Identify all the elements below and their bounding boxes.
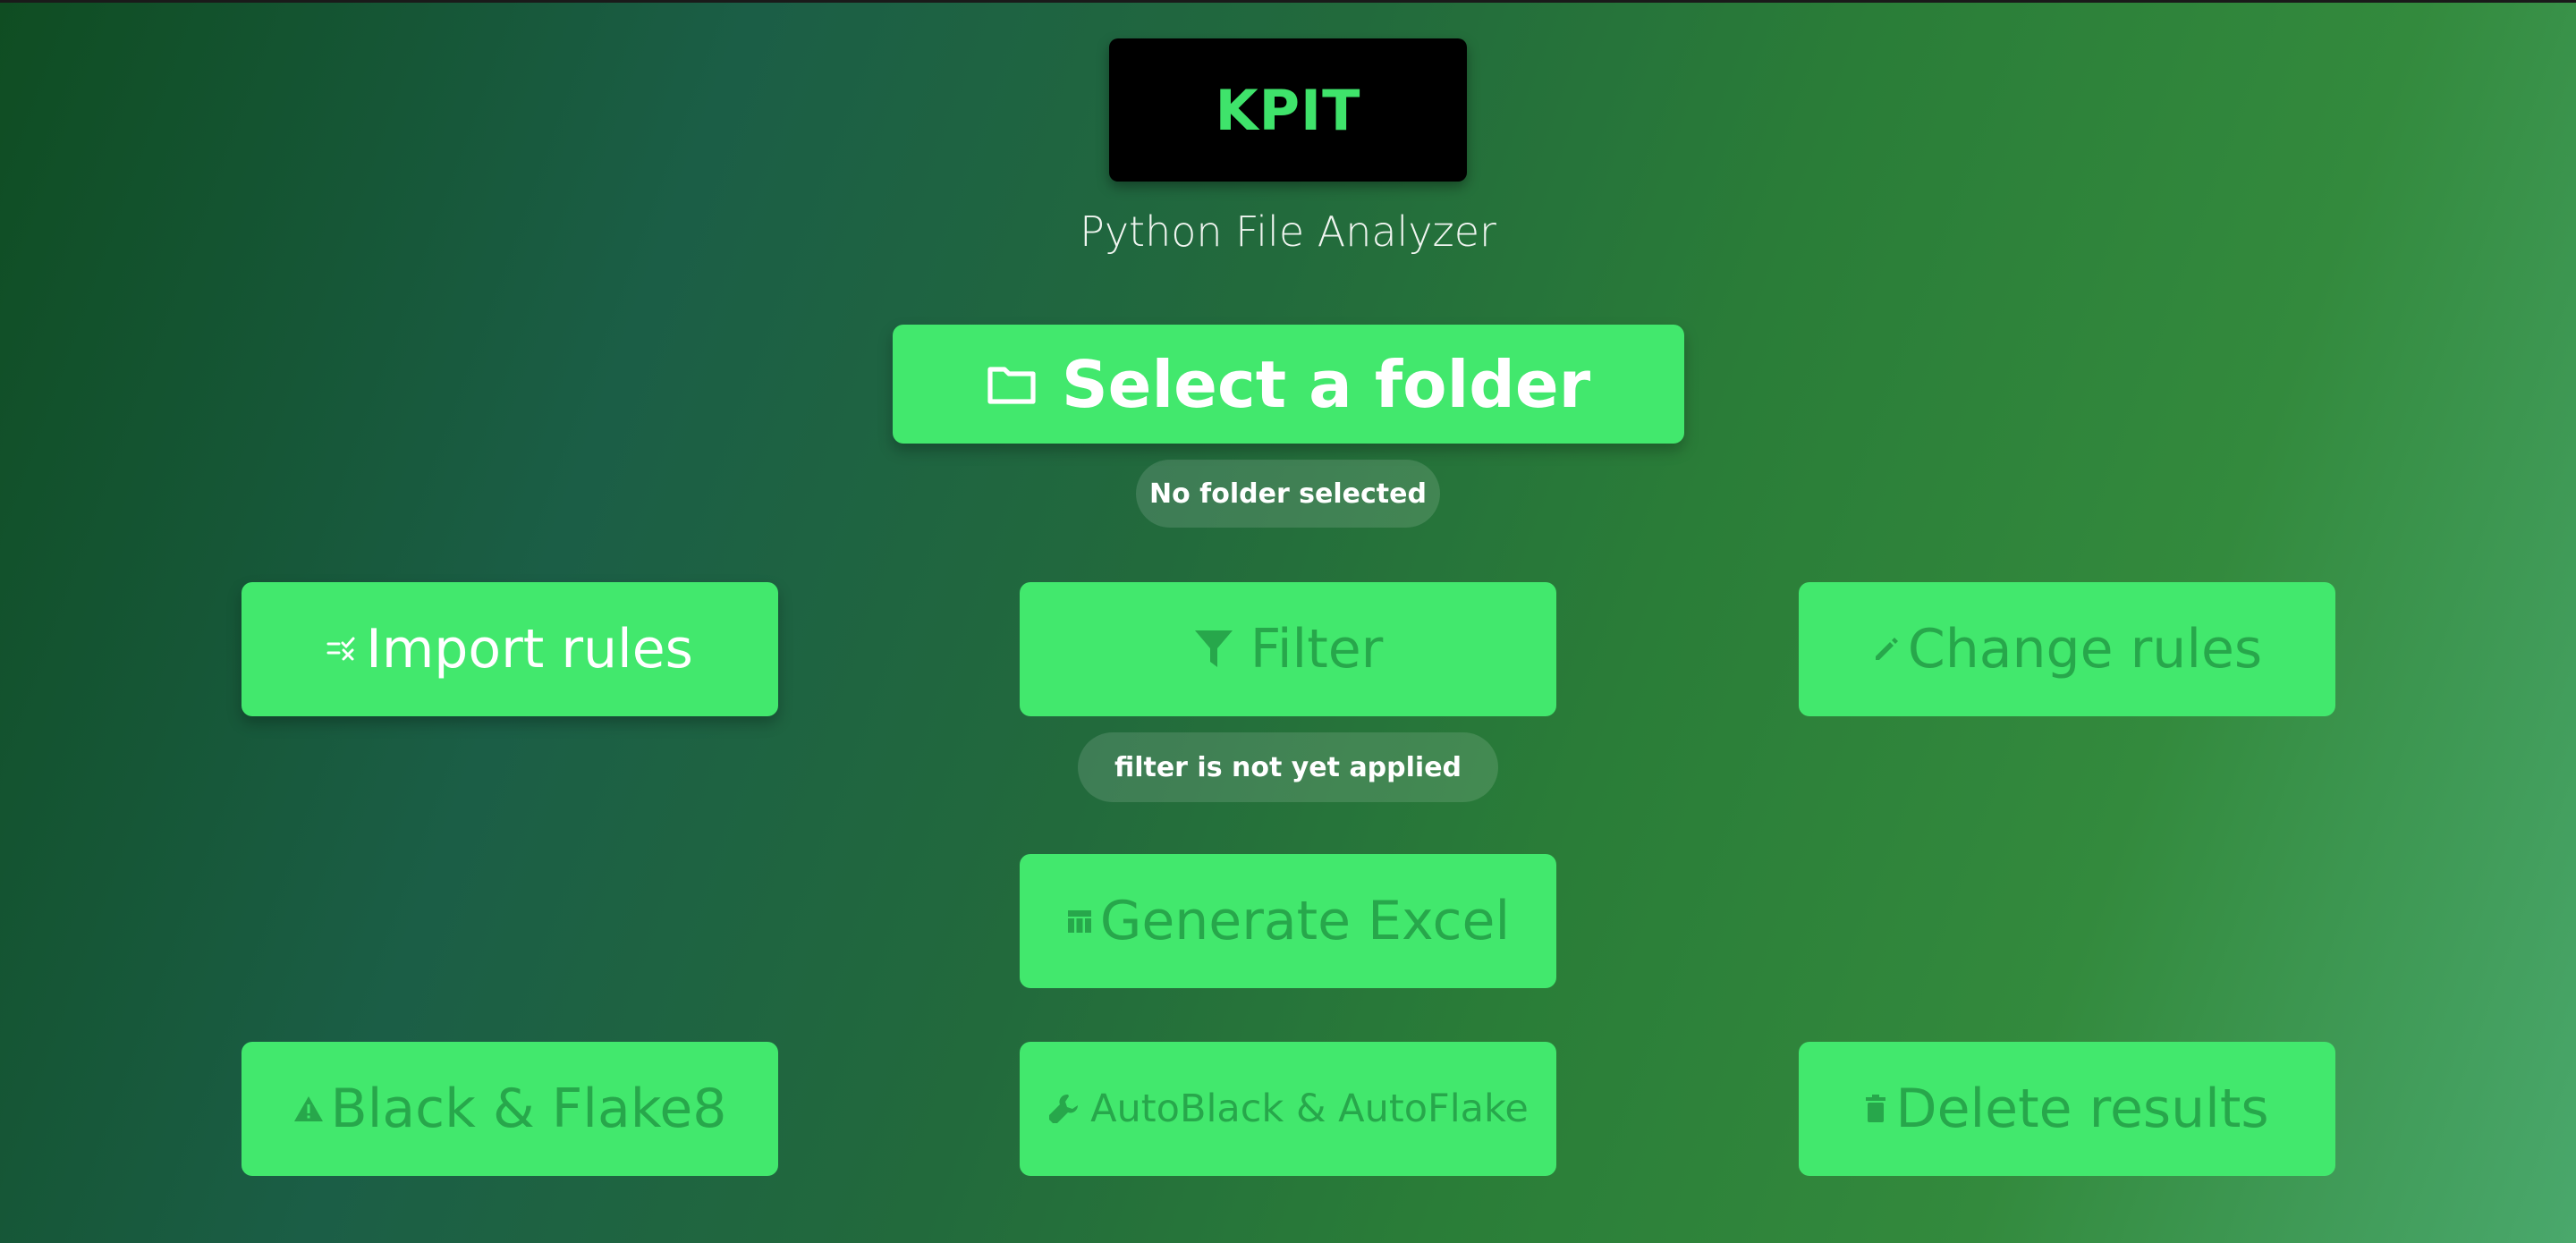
- logo-text: KPIT: [1215, 77, 1361, 143]
- rule-list-icon: [326, 637, 355, 661]
- trash-icon: [1866, 1095, 1886, 1122]
- folder-status-badge: No folder selected: [1136, 460, 1440, 528]
- delete-results-button[interactable]: Delete results: [1799, 1042, 2335, 1176]
- filter-label: Filter: [1250, 618, 1384, 681]
- app-subtitle: Python File Analyzer: [1080, 207, 1496, 256]
- filter-button[interactable]: Filter: [1020, 582, 1556, 716]
- kpit-logo: KPIT: [1109, 38, 1467, 182]
- import-rules-button[interactable]: Import rules: [242, 582, 778, 716]
- black-flake8-label: Black & Flake8: [330, 1078, 727, 1140]
- generate-excel-label: Generate Excel: [1099, 890, 1511, 952]
- pencil-icon: [1875, 638, 1898, 660]
- warning-icon: [293, 1096, 323, 1121]
- generate-excel-button[interactable]: Generate Excel: [1020, 854, 1556, 988]
- change-rules-label: Change rules: [1907, 618, 2263, 681]
- black-flake8-button[interactable]: Black & Flake8: [242, 1042, 778, 1176]
- delete-results-label: Delete results: [1895, 1078, 2269, 1140]
- window-top-edge: [0, 0, 2576, 3]
- autoblack-autoflake-label: AutoBlack & AutoFlake: [1090, 1087, 1529, 1131]
- funnel-icon: [1194, 630, 1233, 667]
- wrench-icon: [1049, 1095, 1079, 1123]
- select-folder-button[interactable]: Select a folder: [893, 325, 1684, 444]
- table-icon: [1067, 910, 1091, 933]
- import-rules-label: Import rules: [366, 618, 693, 681]
- change-rules-button[interactable]: Change rules: [1799, 582, 2335, 716]
- autoblack-autoflake-button[interactable]: AutoBlack & AutoFlake: [1020, 1042, 1556, 1176]
- filter-status-badge: filter is not yet applied: [1078, 732, 1498, 802]
- select-folder-label: Select a folder: [1061, 346, 1591, 422]
- folder-icon: [987, 366, 1036, 404]
